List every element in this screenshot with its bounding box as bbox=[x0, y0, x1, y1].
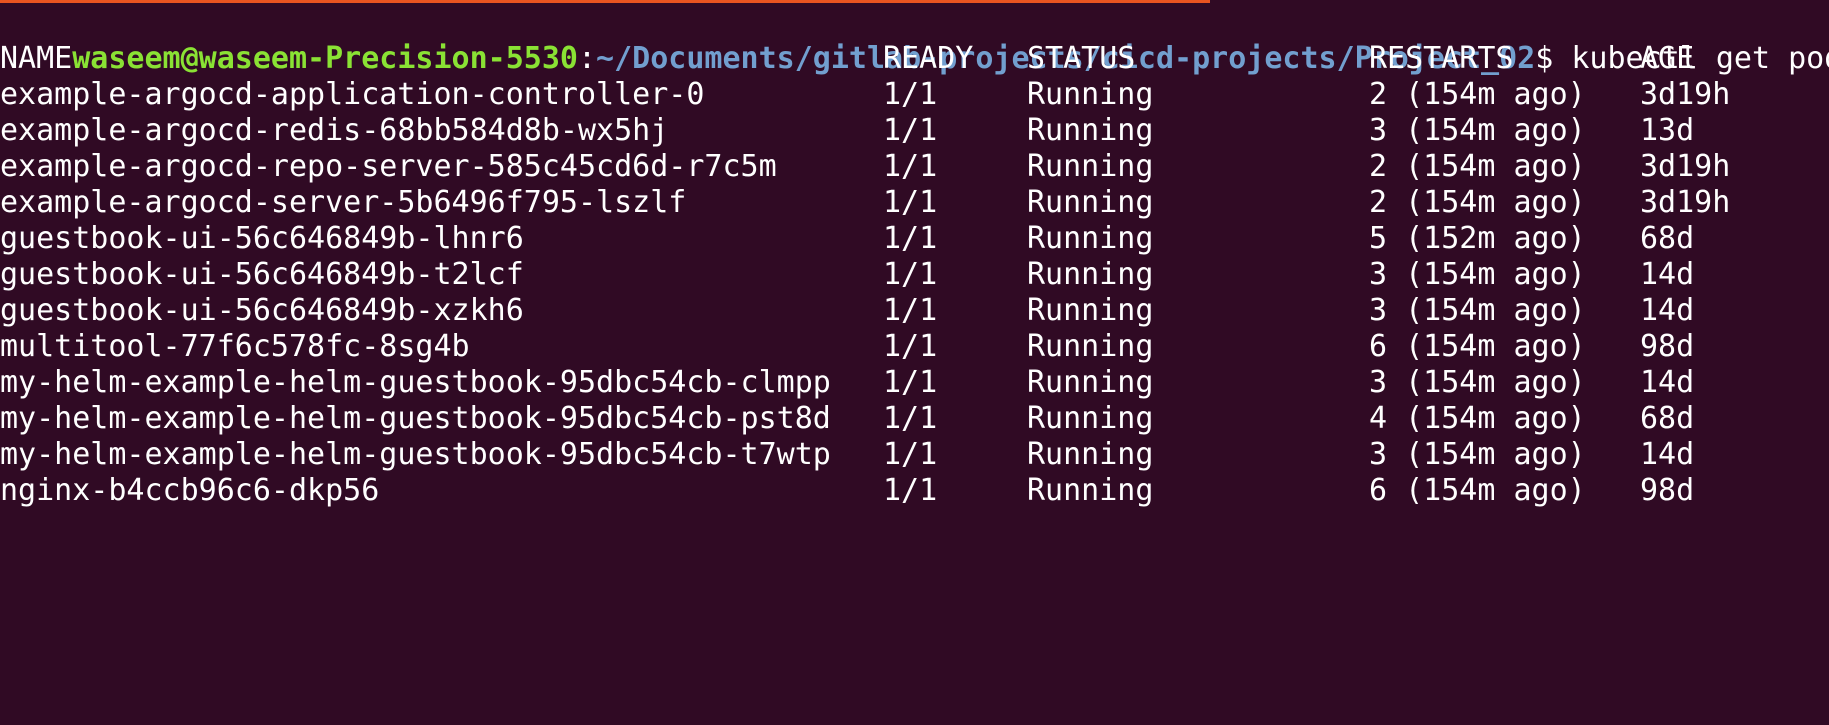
table-row: example-argocd-repo-server-585c45cd6d-r7… bbox=[0, 149, 1829, 185]
pod-status: Running bbox=[1027, 437, 1154, 472]
header-ready: READY bbox=[883, 41, 974, 76]
pod-status: Running bbox=[1027, 329, 1154, 364]
pod-ready: 1/1 bbox=[883, 185, 938, 220]
pod-age: 3d19h bbox=[1640, 185, 1731, 220]
pod-age: 14d bbox=[1640, 365, 1695, 400]
pod-ready: 1/1 bbox=[883, 401, 938, 436]
pod-status: Running bbox=[1027, 401, 1154, 436]
pod-restarts: 4 (154m ago) bbox=[1369, 401, 1586, 436]
table-row: my-helm-example-helm-guestbook-95dbc54cb… bbox=[0, 365, 1829, 401]
pod-restarts: 3 (154m ago) bbox=[1369, 437, 1586, 472]
header-status: STATUS bbox=[1027, 41, 1136, 76]
pod-age: 98d bbox=[1640, 473, 1695, 508]
table-row: example-argocd-redis-68bb584d8b-wx5hj 1/… bbox=[0, 113, 1829, 149]
pod-ready: 1/1 bbox=[883, 149, 938, 184]
table-row: example-argocd-server-5b6496f795-lszlf 1… bbox=[0, 185, 1829, 221]
pod-ready: 1/1 bbox=[883, 365, 938, 400]
table-row: my-helm-example-helm-guestbook-95dbc54cb… bbox=[0, 401, 1829, 437]
pod-restarts: 3 (154m ago) bbox=[1369, 113, 1586, 148]
pod-restarts: 2 (154m ago) bbox=[1369, 77, 1586, 112]
pod-ready: 1/1 bbox=[883, 293, 938, 328]
table-row: multitool-77f6c578fc-8sg4b 1/1 Running 6… bbox=[0, 329, 1829, 365]
prompt-line: waseem@waseem-Precision-5530:~/Documents… bbox=[0, 5, 1829, 76]
pod-restarts: 3 (154m ago) bbox=[1369, 257, 1586, 292]
pod-restarts: 3 (154m ago) bbox=[1369, 293, 1586, 328]
pod-status: Running bbox=[1027, 473, 1154, 508]
table-row: my-helm-example-helm-guestbook-95dbc54cb… bbox=[0, 437, 1829, 473]
window-accent-bar bbox=[0, 0, 1210, 3]
pod-name: example-argocd-application-controller-0 bbox=[0, 77, 705, 112]
pod-name: guestbook-ui-56c646849b-lhnr6 bbox=[0, 221, 524, 256]
pod-status: Running bbox=[1027, 365, 1154, 400]
table-row: guestbook-ui-56c646849b-xzkh6 1/1 Runnin… bbox=[0, 293, 1829, 329]
pod-status: Running bbox=[1027, 77, 1154, 112]
pod-name: example-argocd-server-5b6496f795-lszlf bbox=[0, 185, 687, 220]
pod-restarts: 5 (152m ago) bbox=[1369, 221, 1586, 256]
terminal-output[interactable]: waseem@waseem-Precision-5530:~/Documents… bbox=[0, 5, 1829, 509]
pod-name: multitool-77f6c578fc-8sg4b bbox=[0, 329, 470, 364]
pod-age: 3d19h bbox=[1640, 149, 1731, 184]
pod-ready: 1/1 bbox=[883, 437, 938, 472]
pod-restarts: 2 (154m ago) bbox=[1369, 185, 1586, 220]
pod-name: example-argocd-repo-server-585c45cd6d-r7… bbox=[0, 149, 777, 184]
pod-age: 98d bbox=[1640, 329, 1695, 364]
pod-age: 14d bbox=[1640, 293, 1695, 328]
pod-name: my-helm-example-helm-guestbook-95dbc54cb… bbox=[0, 365, 831, 400]
pod-ready: 1/1 bbox=[883, 473, 938, 508]
table-row: nginx-b4ccb96c6-dkp56 1/1 Running 6 (154… bbox=[0, 473, 1829, 509]
pod-restarts: 3 (154m ago) bbox=[1369, 365, 1586, 400]
header-restarts: RESTARTS bbox=[1369, 41, 1514, 76]
pod-name: example-argocd-redis-68bb584d8b-wx5hj bbox=[0, 113, 669, 148]
pod-ready: 1/1 bbox=[883, 221, 938, 256]
table-header: NAME READY STATUS RESTARTS AGE bbox=[0, 41, 1829, 77]
pod-name: guestbook-ui-56c646849b-xzkh6 bbox=[0, 293, 524, 328]
pod-ready: 1/1 bbox=[883, 113, 938, 148]
pod-name: nginx-b4ccb96c6-dkp56 bbox=[0, 473, 380, 508]
pod-restarts: 2 (154m ago) bbox=[1369, 149, 1586, 184]
pod-name: my-helm-example-helm-guestbook-95dbc54cb… bbox=[0, 401, 831, 436]
table-row: example-argocd-application-controller-0 … bbox=[0, 77, 1829, 113]
header-age: AGE bbox=[1640, 41, 1695, 76]
pod-status: Running bbox=[1027, 149, 1154, 184]
pod-age: 13d bbox=[1640, 113, 1695, 148]
pod-age: 68d bbox=[1640, 221, 1695, 256]
header-name: NAME bbox=[0, 41, 73, 76]
pod-age: 68d bbox=[1640, 401, 1695, 436]
pod-ready: 1/1 bbox=[883, 329, 938, 364]
pod-name: my-helm-example-helm-guestbook-95dbc54cb… bbox=[0, 437, 831, 472]
pod-age: 3d19h bbox=[1640, 77, 1731, 112]
pod-ready: 1/1 bbox=[883, 257, 938, 292]
pod-status: Running bbox=[1027, 185, 1154, 220]
pod-ready: 1/1 bbox=[883, 77, 938, 112]
pod-status: Running bbox=[1027, 293, 1154, 328]
pod-status: Running bbox=[1027, 257, 1154, 292]
pod-age: 14d bbox=[1640, 437, 1695, 472]
pod-name: guestbook-ui-56c646849b-t2lcf bbox=[0, 257, 524, 292]
pod-age: 14d bbox=[1640, 257, 1695, 292]
table-row: guestbook-ui-56c646849b-t2lcf 1/1 Runnin… bbox=[0, 257, 1829, 293]
table-row: guestbook-ui-56c646849b-lhnr6 1/1 Runnin… bbox=[0, 221, 1829, 257]
pod-restarts: 6 (154m ago) bbox=[1369, 329, 1586, 364]
pod-status: Running bbox=[1027, 113, 1154, 148]
pod-restarts: 6 (154m ago) bbox=[1369, 473, 1586, 508]
pod-status: Running bbox=[1027, 221, 1154, 256]
